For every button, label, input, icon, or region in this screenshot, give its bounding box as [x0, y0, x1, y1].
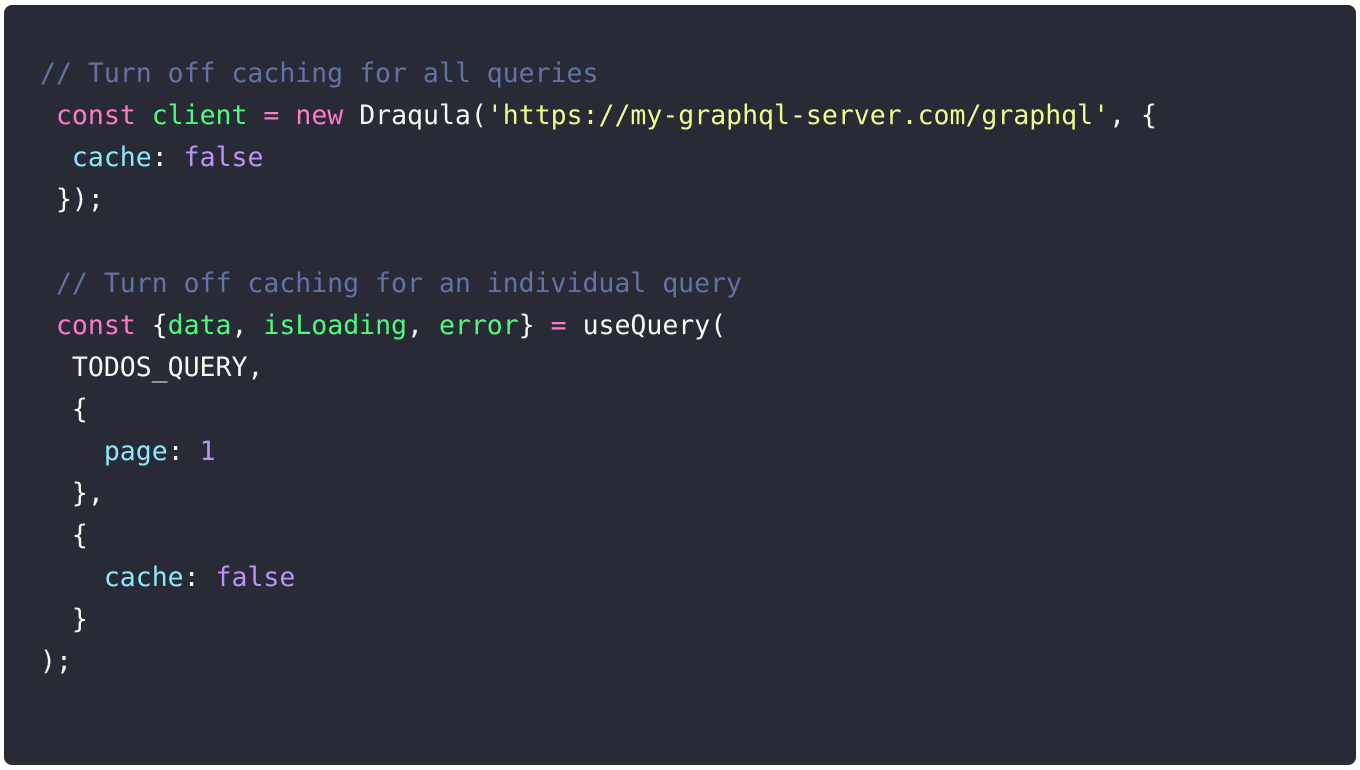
code-line: // Turn off caching for all queries: [40, 53, 1157, 95]
code-token-plain: ,: [407, 310, 439, 341]
code-token-plain: :: [183, 562, 216, 593]
code-token-plain: TODOS_QUERY,: [40, 352, 264, 383]
code-token-literal: false: [183, 142, 264, 173]
code-token-plain: useQuery(: [566, 310, 727, 341]
code-token-comment: // Turn off caching for an individual qu…: [40, 268, 742, 299]
code-token-literal: false: [215, 562, 296, 593]
code-token-keyword: =: [550, 310, 567, 341]
code-token-ident: data: [167, 310, 232, 341]
code-token-plain: );: [40, 646, 72, 677]
code-line: cache: false: [40, 557, 1157, 599]
code-line: // Turn off caching for an individual qu…: [40, 263, 1157, 305]
code-line: const {data, isLoading, error} = useQuer…: [40, 305, 1157, 347]
code-token-string: 'https://my-graphql-server.com/graphql': [486, 100, 1110, 131]
code-token-ident: error: [438, 310, 519, 341]
code-token-plain: }: [518, 310, 551, 341]
code-line: },: [40, 473, 1157, 515]
code-line: const client = new Draqula('https://my-g…: [40, 95, 1157, 137]
code-token-plain: },: [40, 478, 104, 509]
code-token-plain: ,: [231, 310, 264, 341]
code-token-literal: 1: [199, 436, 216, 467]
code-line: cache: false: [40, 137, 1157, 179]
code-token-plain: :: [167, 436, 200, 467]
code-token-keyword: =: [263, 100, 280, 131]
code-token-prop: cache: [103, 562, 184, 593]
code-token-plain: Draqula(: [343, 100, 487, 131]
code-token-plain: , {: [1109, 100, 1157, 131]
code-token-keyword: const: [55, 100, 136, 131]
code-token-ident: isLoading: [263, 310, 408, 341]
code-token-prop: cache: [71, 142, 152, 173]
code-block: // Turn off caching for all queries cons…: [40, 53, 1157, 683]
code-token-plain: {: [40, 394, 88, 425]
code-line: {: [40, 515, 1157, 557]
code-token-keyword: const: [55, 310, 136, 341]
code-line: );: [40, 641, 1157, 683]
code-line: });: [40, 179, 1157, 221]
code-token-plain: });: [40, 184, 104, 215]
code-token-plain: {: [135, 310, 168, 341]
code-line: }: [40, 599, 1157, 641]
code-token-plain: {: [40, 520, 88, 551]
code-line: {: [40, 389, 1157, 431]
code-line: TODOS_QUERY,: [40, 347, 1157, 389]
code-snippet-window: // Turn off caching for all queries cons…: [4, 5, 1356, 765]
code-token-prop: page: [103, 436, 168, 467]
code-token-ident: client: [151, 100, 248, 131]
code-token-plain: }: [40, 604, 88, 635]
code-token-keyword: new: [295, 100, 344, 131]
code-token-plain: :: [151, 142, 184, 173]
code-token-comment: // Turn off caching for all queries: [40, 58, 599, 89]
code-line: page: 1: [40, 431, 1157, 473]
